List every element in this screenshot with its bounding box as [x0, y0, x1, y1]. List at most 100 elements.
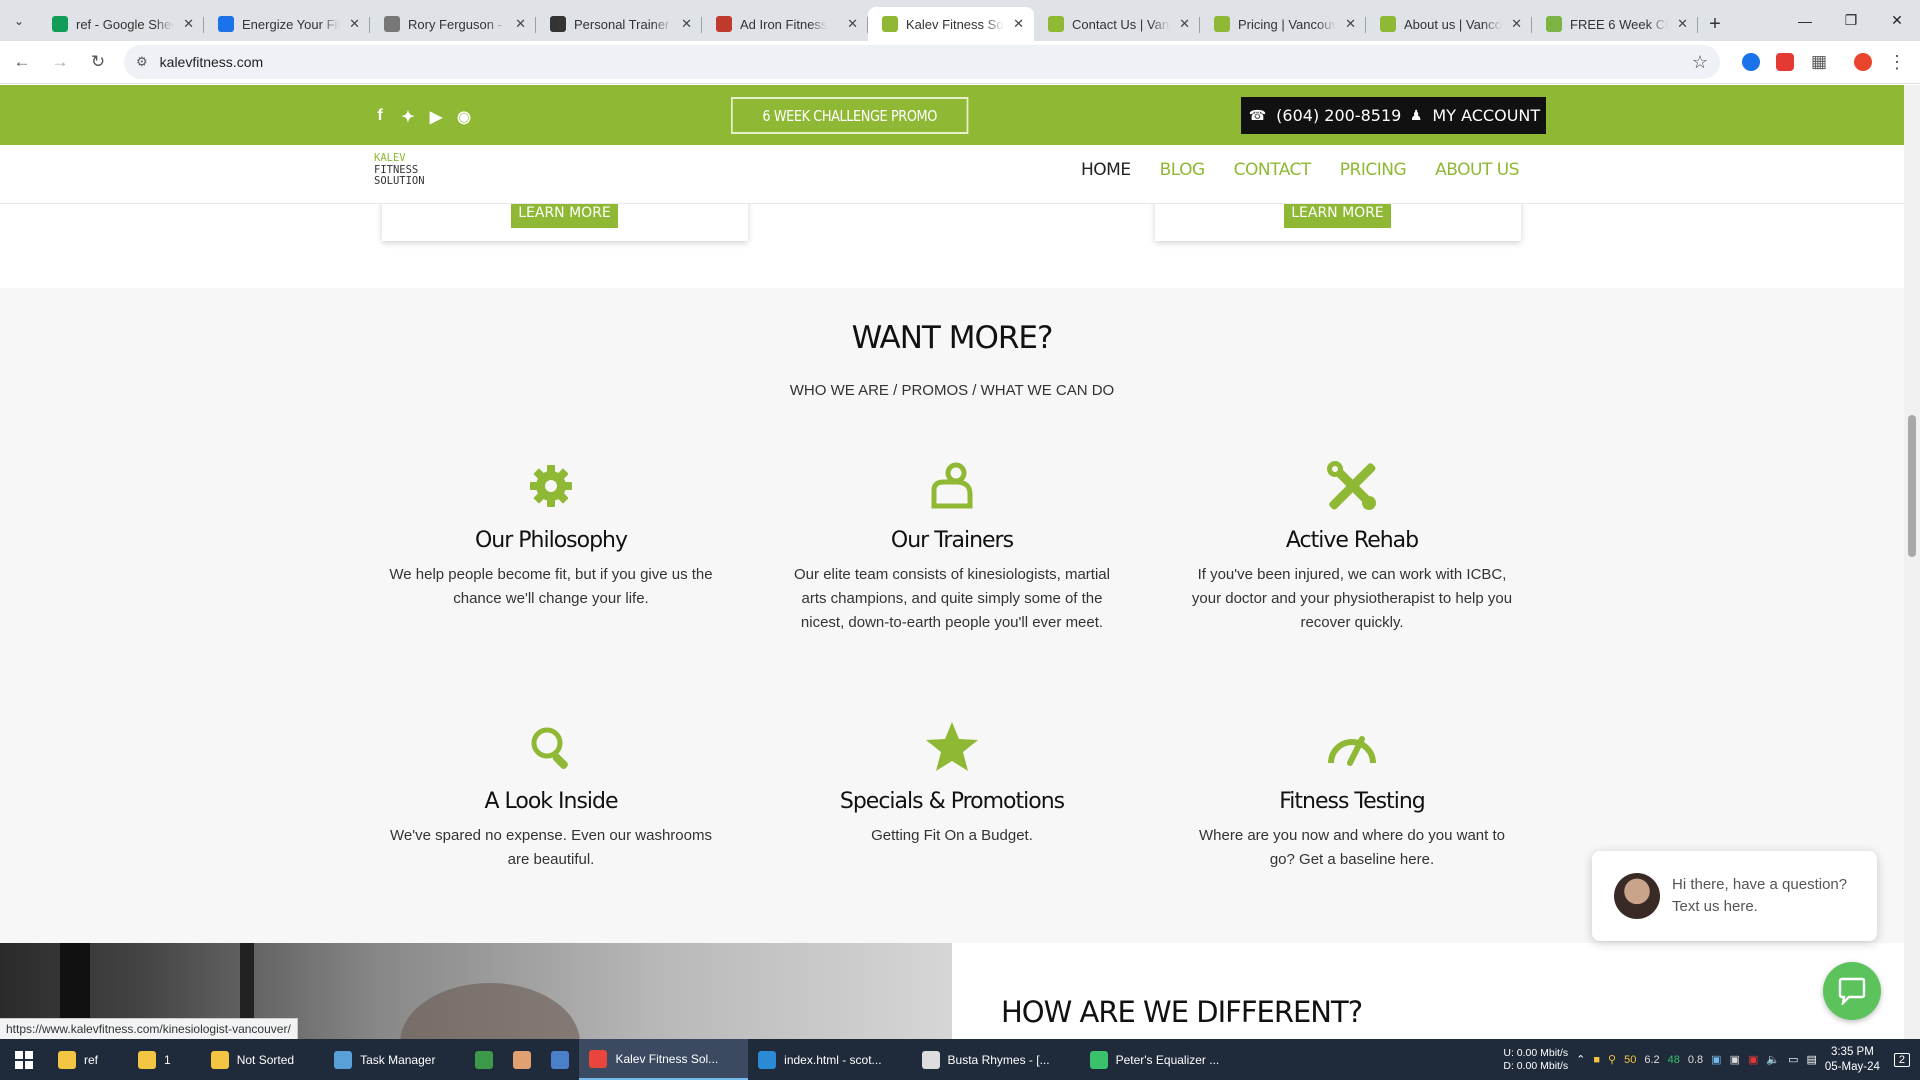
- taskbar-app[interactable]: [541, 1039, 579, 1080]
- clock-date: 05-May-24: [1824, 1060, 1880, 1073]
- browser-tab[interactable]: ref - Google Sheets ✕: [38, 7, 204, 41]
- page-scrollbar[interactable]: [1904, 85, 1920, 1039]
- browser-tab[interactable]: FREE 6 Week Challenge ✕: [1532, 7, 1698, 41]
- taskbar-app[interactable]: Busta Rhymes - [...: [912, 1039, 1080, 1080]
- tab-close-icon[interactable]: ✕: [515, 16, 526, 32]
- url-text[interactable]: kalevfitness.com: [160, 54, 1692, 70]
- tray-app-icon[interactable]: ▣: [1711, 1053, 1721, 1066]
- my-account-button[interactable]: ♟ MY ACCOUNT: [1404, 97, 1546, 134]
- tab-close-icon[interactable]: ✕: [183, 16, 194, 32]
- tab-favicon-icon: [1380, 16, 1396, 32]
- address-bar[interactable]: ⚙ kalevfitness.com ☆: [124, 45, 1720, 79]
- tab-favicon-icon: [384, 16, 400, 32]
- nav-link-pricing[interactable]: PRICING: [1340, 160, 1407, 180]
- taskbar-app[interactable]: Peter's Equalizer ...: [1080, 1039, 1250, 1080]
- tab-close-icon[interactable]: ✕: [1013, 16, 1024, 32]
- extension-icon[interactable]: [1734, 45, 1768, 79]
- section-subtitle: WHO WE ARE / PROMOS / WHAT WE CAN DO: [789, 382, 1115, 399]
- browser-tab[interactable]: Personal Trainer Vancouver ✕: [536, 7, 702, 41]
- browser-tab[interactable]: About us | Vancouver ✕: [1366, 7, 1532, 41]
- tab-close-icon[interactable]: ✕: [349, 16, 360, 32]
- back-icon[interactable]: ←: [6, 46, 38, 78]
- browser-tab[interactable]: Energize Your Fitness ✕: [204, 7, 370, 41]
- restore-icon[interactable]: ❐: [1828, 0, 1874, 41]
- tab-strip: ⌄ ref - Google Sheets✕Energize Your Fitn…: [0, 0, 1920, 41]
- nav-link-about-us[interactable]: ABOUT US: [1435, 160, 1519, 180]
- shield-extension-icon[interactable]: [1768, 45, 1802, 79]
- tray-search-icon[interactable]: ⚲: [1608, 1053, 1616, 1066]
- forward-icon[interactable]: →: [44, 46, 76, 78]
- tab-close-icon[interactable]: ✕: [1677, 16, 1688, 32]
- taskbar-app[interactable]: ref: [48, 1039, 128, 1080]
- tray-app-icon[interactable]: ▣: [1730, 1053, 1740, 1066]
- bookmark-star-icon[interactable]: ☆: [1692, 52, 1708, 73]
- tab-close-icon[interactable]: ✕: [1179, 16, 1190, 32]
- browser-menu-icon[interactable]: ⋮: [1880, 45, 1914, 79]
- challenge-promo-button[interactable]: 6 WEEK CHALLENGE PROMO: [731, 97, 969, 134]
- facebook-icon[interactable]: f: [372, 107, 388, 127]
- feature-fitness-testing[interactable]: Fitness Testing Where are you now and wh…: [1187, 721, 1517, 872]
- search-icon: [386, 721, 716, 773]
- tray-app-icon[interactable]: ▣: [1748, 1053, 1758, 1066]
- taskbar-app[interactable]: index.html - scot...: [748, 1039, 911, 1080]
- nav-link-blog[interactable]: BLOG: [1160, 160, 1206, 180]
- taskbar-app[interactable]: Kalev Fitness Sol...: [579, 1039, 749, 1080]
- site-logo[interactable]: KALEV FITNESS SOLUTION: [374, 152, 425, 188]
- feature-trainers[interactable]: Our Trainers Our elite team consists of …: [787, 460, 1117, 635]
- phone-button[interactable]: ☎ (604) 200-8519: [1241, 97, 1409, 134]
- close-window-icon[interactable]: ✕: [1874, 0, 1920, 41]
- notification-icon[interactable]: 2: [1893, 1052, 1910, 1067]
- feature-specials[interactable]: Specials & Promotions Getting Fit On a B…: [787, 721, 1117, 848]
- network-icon[interactable]: ▤: [1807, 1053, 1817, 1066]
- my-account-label: MY ACCOUNT: [1432, 106, 1541, 125]
- minimize-icon[interactable]: —: [1782, 0, 1828, 41]
- feature-philosophy[interactable]: Our Philosophy We help people become fit…: [386, 460, 716, 611]
- twitter-icon[interactable]: ✦: [400, 107, 416, 127]
- tab-close-icon[interactable]: ✕: [847, 16, 858, 32]
- chat-bubble-icon[interactable]: [1823, 962, 1881, 1020]
- browser-tab[interactable]: Rory Ferguson - Personal ✕: [370, 7, 536, 41]
- chat-message: Hi there, have a question? Text us here.: [1672, 876, 1848, 915]
- chat-popup[interactable]: Hi there, have a question? Text us here.: [1592, 851, 1877, 941]
- profile-avatar[interactable]: [1846, 45, 1880, 79]
- feature-look-inside[interactable]: A Look Inside We've spared no expense. E…: [386, 721, 716, 872]
- tab-search-chevron-icon[interactable]: ⌄: [0, 0, 38, 41]
- browser-tab[interactable]: Contact Us | Vancouver ✕: [1034, 7, 1200, 41]
- tab-close-icon[interactable]: ✕: [1345, 16, 1356, 32]
- browser-tab[interactable]: Pricing | Vancouver ✕: [1200, 7, 1366, 41]
- reload-icon[interactable]: ↻: [82, 46, 114, 78]
- taskbar-app[interactable]: [503, 1039, 541, 1080]
- instagram-icon[interactable]: ◉: [456, 107, 472, 127]
- taskbar-app[interactable]: 1: [128, 1039, 201, 1080]
- nav-link-home[interactable]: HOME: [1081, 160, 1131, 180]
- nav-link-contact[interactable]: CONTACT: [1234, 160, 1312, 180]
- taskbar-app[interactable]: [465, 1039, 503, 1080]
- star-icon: [787, 721, 1117, 773]
- tray-folder-icon[interactable]: ■: [1593, 1054, 1600, 1066]
- tab-close-icon[interactable]: ✕: [681, 16, 692, 32]
- browser-tab[interactable]: Ad Iron Fitness ✕: [702, 7, 868, 41]
- different-title: HOW ARE WE DIFFERENT?: [1001, 995, 1363, 1029]
- net-up: 0.00 Mbit/s: [1516, 1046, 1569, 1059]
- youtube-icon[interactable]: ▶: [428, 107, 444, 127]
- windows-start-icon[interactable]: [0, 1039, 48, 1080]
- tab-close-icon[interactable]: ✕: [1511, 16, 1522, 32]
- logo-line: SOLUTION: [374, 175, 425, 187]
- clock[interactable]: 3:35 PM 05-May-24: [1825, 1045, 1880, 1075]
- taskbar-app-icon: [334, 1050, 353, 1069]
- tray-chevron-icon[interactable]: ⌃: [1576, 1053, 1585, 1066]
- taskbar-app-icon: [921, 1050, 940, 1069]
- volume-icon[interactable]: 🔈: [1766, 1053, 1780, 1066]
- browser-tab[interactable]: Kalev Fitness Solution ✕: [868, 7, 1034, 41]
- new-tab-button[interactable]: +: [1698, 7, 1732, 41]
- extensions-puzzle-icon[interactable]: ▦: [1802, 45, 1836, 79]
- feature-active-rehab[interactable]: Active Rehab If you've been injured, we …: [1187, 460, 1517, 635]
- taskbar-app[interactable]: Not Sorted: [201, 1039, 324, 1080]
- battery-icon[interactable]: ▭: [1788, 1053, 1798, 1066]
- tools-icon: [1187, 460, 1517, 512]
- taskbar-items: ref 1 Not Sorted Task Manager Kalev Fitness …: [48, 1039, 1249, 1080]
- tab-title: Energize Your Fitness: [242, 16, 340, 32]
- site-info-icon[interactable]: ⚙: [136, 54, 148, 70]
- taskbar-app[interactable]: Task Manager: [324, 1039, 465, 1080]
- scrollbar-thumb[interactable]: [1908, 415, 1916, 557]
